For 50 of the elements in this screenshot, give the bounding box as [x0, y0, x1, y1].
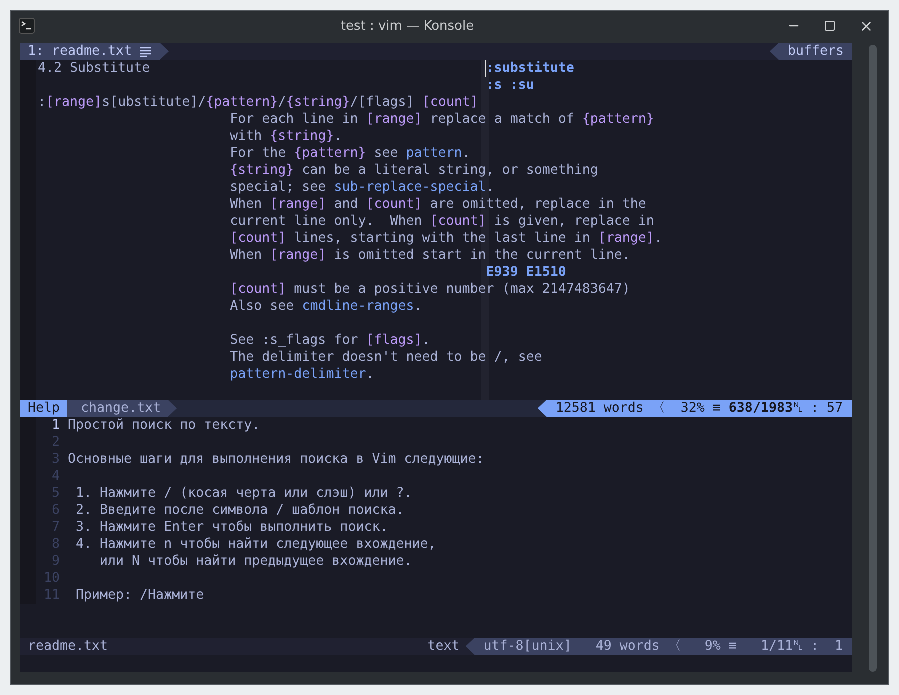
maximize-icon — [824, 20, 836, 32]
line-number: 8 — [50, 536, 61, 553]
line-number: 1 — [50, 417, 61, 434]
line-number: 9 — [50, 553, 61, 570]
file-stats: utf-8[unix] 49 words 〈 9% ≡ 1/11␤ : 1 — [466, 638, 852, 655]
help-text-line: [count] lines, starting with the last line in [range]. — [230, 230, 662, 247]
command-syntax: :[range]s[ubstitute]/{pattern}/{string}/[flags] [count] — [38, 94, 478, 111]
editor-line: или N чтобы найти предыдущее вхождение. — [99, 553, 412, 570]
file-stats: 12581 words 〈 32% ≡ 638/1983␤ : 57 — [538, 400, 852, 417]
help-text-line: current line only. When [count] is given, replace in — [230, 213, 654, 230]
editor-line: 3. Нажмите Enter чтобы выполнить поиск. — [75, 519, 388, 536]
help-heading: 4.2 Substitute — [38, 60, 152, 77]
buffers-label: buffers — [770, 43, 852, 60]
help-tag: :substitute — [485, 60, 574, 77]
help-text-line: with {string}. — [230, 128, 342, 145]
editor-line: 2. Введите после символа / шаблон поиска. — [75, 502, 404, 519]
file-type: text — [428, 638, 461, 655]
file-name: change.txt — [67, 400, 178, 417]
editor-line: Простой поиск по тексту. — [68, 417, 260, 434]
help-text-line: The delimiter doesn't need to be /, see — [230, 349, 542, 366]
help-text-line: special; see sub-replace-special. — [230, 179, 494, 196]
buffer-tab[interactable]: 1: readme.txt — [20, 43, 170, 60]
line-number: 2 — [50, 434, 61, 451]
file-name: readme.txt — [27, 638, 108, 655]
help-text-line: {string} can be a literal string, or something — [230, 162, 598, 179]
help-text-line: For each line in [range] replace a match of {pattern} — [230, 111, 654, 128]
help-text-line: See :s_flags for [flags]. — [230, 332, 430, 349]
window-title: test : vim — Konsole — [340, 18, 476, 34]
line-number: 4 — [50, 468, 61, 485]
line-number: 10 — [42, 570, 61, 587]
editor-line: Пример: /Нажмите — [75, 587, 204, 604]
help-tag: :s :su — [486, 77, 534, 94]
editor-line: 4. Нажмите n чтобы найти следующее вхождение, — [75, 536, 436, 553]
help-text-line: When [range] is omitted start in the current line. — [230, 247, 630, 264]
editor-line: Основные шаги для выполнения поиска в Vim следующие: — [68, 451, 484, 468]
editor-line: 1. Нажмите / (косая черта или слэш) или ?. — [75, 485, 412, 502]
line-number: 11 — [42, 587, 61, 604]
line-number: 3 — [50, 451, 61, 468]
help-text-line: pattern-delimiter. — [230, 366, 374, 383]
help-text-line: [count] must be a positive number (max 2147483647) — [230, 281, 630, 298]
help-text-line: Also see cmdline-ranges. — [230, 298, 422, 315]
line-number: 5 — [50, 485, 61, 502]
line-number: 6 — [50, 502, 61, 519]
help-text-line: When [range] and [count] are omitted, replace in the — [230, 196, 646, 213]
list-icon — [140, 46, 152, 56]
help-tag: E939 E1510 — [486, 264, 566, 281]
scrollbar[interactable] — [866, 43, 880, 672]
terminal-icon — [19, 18, 35, 34]
help-text-line: For the {pattern} see pattern. — [230, 145, 470, 162]
line-number: 7 — [50, 519, 61, 536]
